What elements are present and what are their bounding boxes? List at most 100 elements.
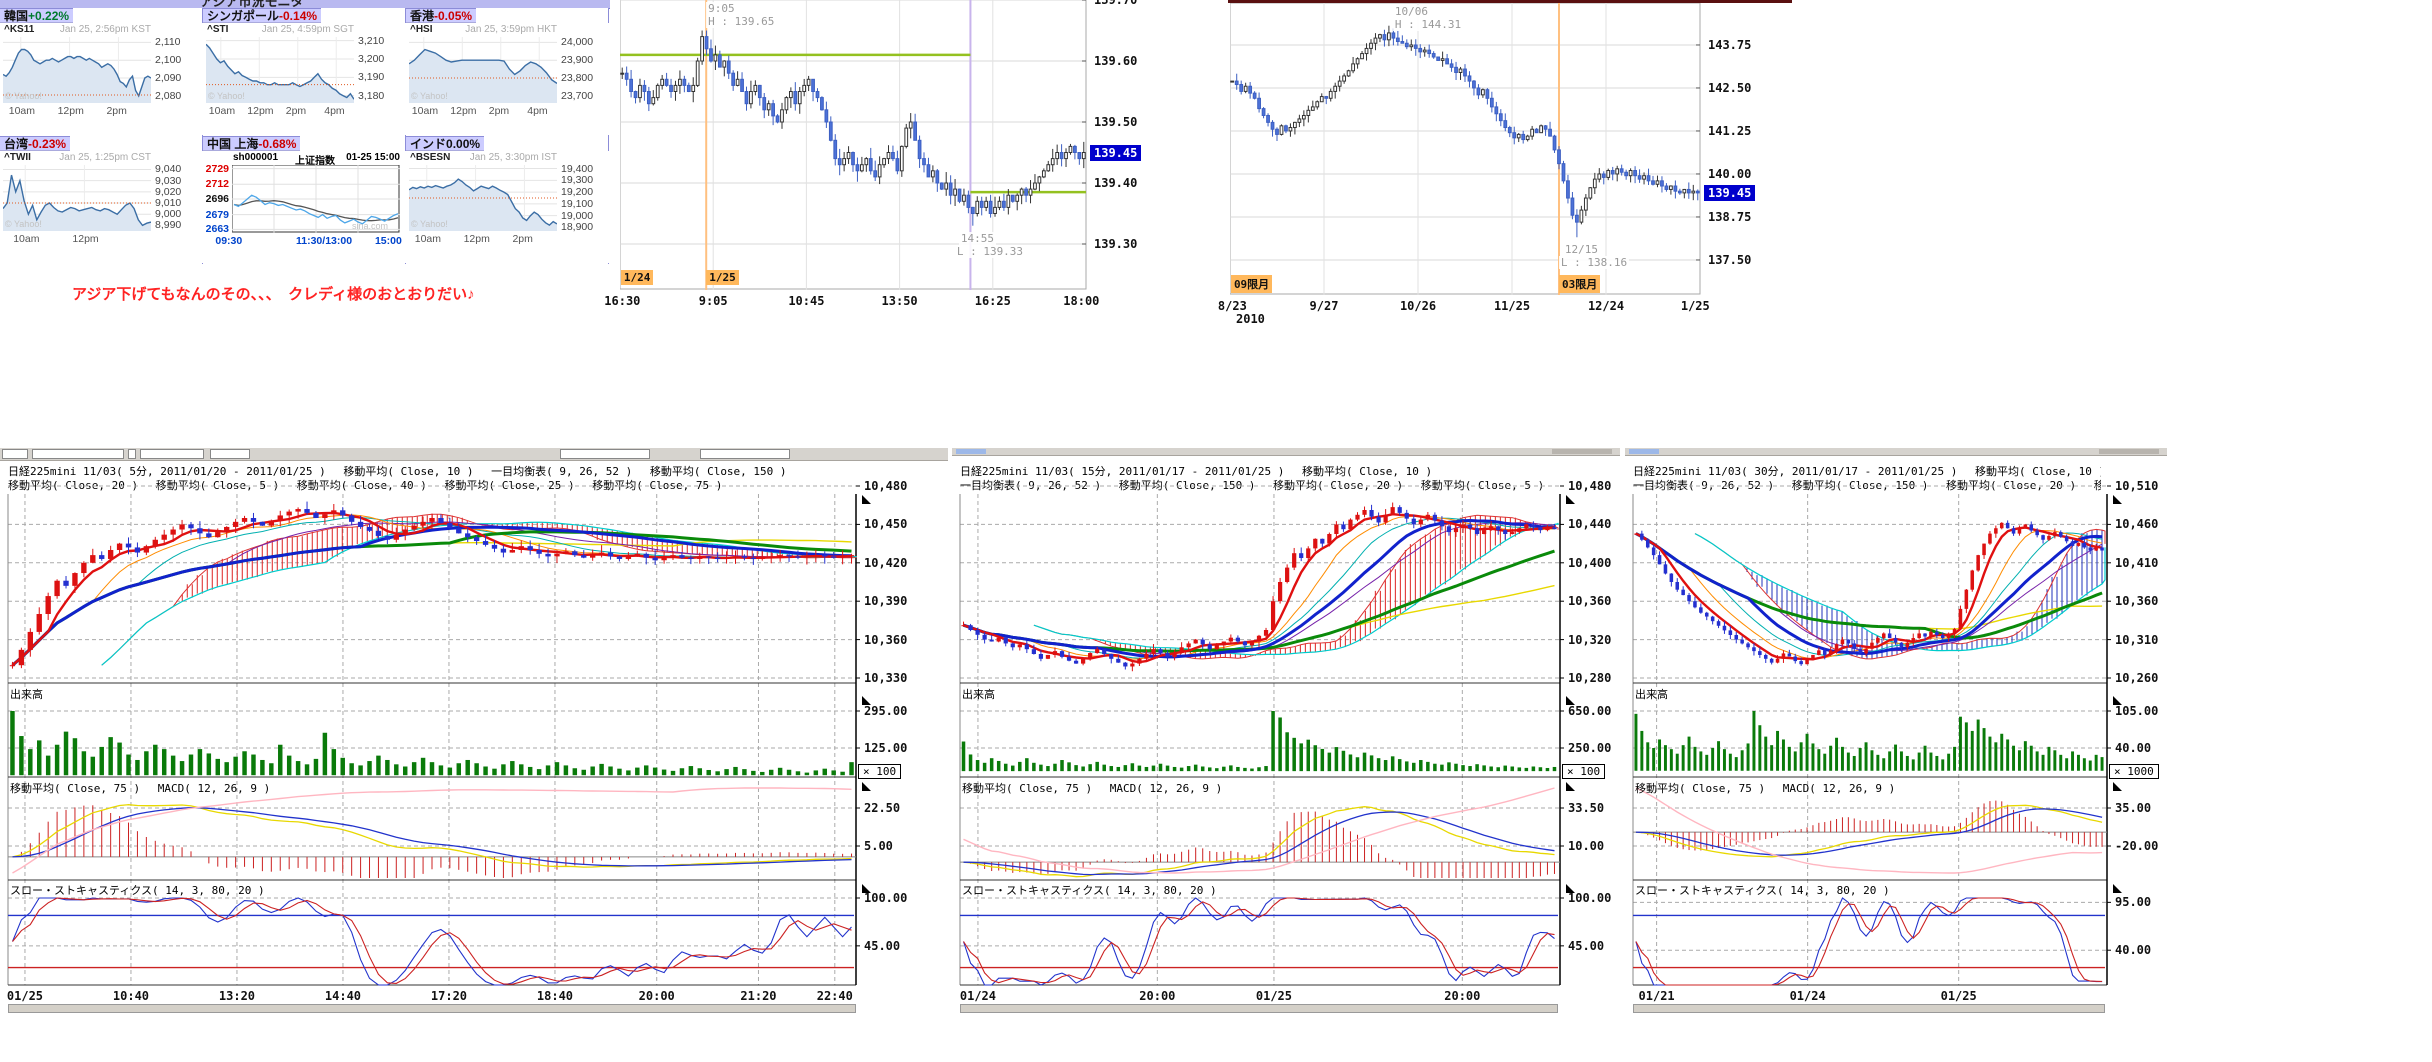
year-label: 2010 [1236, 312, 1265, 326]
y-axis-label: 2696 [205, 193, 229, 205]
widget-change: -0.05% [434, 9, 472, 23]
time-axis-label: 11/25 [1494, 299, 1530, 313]
widget-title: 韓国 [4, 7, 28, 24]
widget-header[interactable]: 中国 上海-0.68% [203, 136, 300, 151]
widget-timestamp: Jan 25, 4:59pm SGT [262, 24, 354, 35]
price-axis-label: 139.60 [1094, 54, 1137, 68]
candlestick-canvas [1230, 3, 1702, 295]
volume-multiplier-box: × 100 [858, 764, 901, 779]
y-axis-label: 18,900 [561, 221, 593, 233]
horizontal-scrollbar[interactable] [960, 1004, 1558, 1013]
horizontal-scrollbar[interactable] [1633, 1004, 2105, 1013]
y-axis-label: 3,190 [358, 71, 384, 83]
session-date-box: 03限月 [1559, 275, 1600, 293]
axis-label: 10,480 [1568, 479, 1611, 493]
x-axis-label: 12pm [464, 233, 490, 245]
widget-body: ^KS11Jan 25, 2:56pm KST2,1102,1002,0902,… [0, 23, 203, 135]
widget-timestamp: Jan 25, 1:25pm CST [59, 152, 151, 163]
axis-label: 10,280 [1568, 671, 1611, 685]
widget-title: シンガポール [207, 7, 279, 24]
comment-text: アジア下げてもなんのその、、、 クレディ様のおとおりだい♪ [72, 283, 475, 304]
axis-arrow-icon[interactable] [2113, 782, 2122, 791]
axis-label: 10,330 [864, 671, 907, 685]
axis-arrow-icon[interactable] [2113, 696, 2122, 705]
x-axis-label: 10am [9, 105, 35, 117]
x-axis-label: 4pm [324, 105, 344, 117]
axis-label: 10,420 [864, 556, 907, 570]
axis-label: 250.00 [1568, 741, 1611, 755]
axis-label: 10,410 [2115, 556, 2158, 570]
y-axis-label: 3,180 [358, 90, 384, 102]
time-axis-label: 01/24 [960, 989, 996, 1003]
axis-label: 10,480 [864, 479, 907, 493]
widget-title: 香港 [410, 7, 434, 24]
y-axis-label: 9,040 [155, 163, 181, 175]
widget-header[interactable]: 韓国+0.22% [0, 8, 73, 23]
horizontal-scrollbar[interactable] [8, 1004, 856, 1013]
volume-multiplier-box: × 1000 [2109, 764, 2159, 779]
widget-symbol: ^HSI [410, 24, 433, 35]
watermark: © Yahoo! [5, 91, 42, 101]
y-axis-label: 19,400 [561, 163, 593, 175]
widget-header[interactable]: 台湾-0.23% [0, 136, 70, 151]
widget-header[interactable]: インド0.00% [406, 136, 484, 151]
time-axis-label: 01/25 [1256, 989, 1292, 1003]
axis-arrow-icon[interactable] [1566, 782, 1575, 791]
macd-panel-label: 移動平均( Close, 75 ) MACD( 12, 26, 9 ) [962, 780, 1222, 796]
time-axis-label: 10:45 [788, 294, 824, 308]
widget-title: インド [410, 135, 446, 152]
axis-arrow-icon[interactable] [2113, 495, 2122, 504]
daily-candle-chart-window: 10/06H : 144.3112/15L : 138.16143.75142.… [1228, 0, 1794, 334]
axis-label: 10,510 [2115, 479, 2158, 493]
widget-header[interactable]: シンガポール-0.14% [203, 8, 321, 23]
time-axis-label: 17:20 [431, 989, 467, 1003]
low-annotation-value: L : 138.16 [1559, 256, 1629, 269]
high-annotation-value: H : 144.31 [1393, 18, 1463, 31]
y-axis-label: 24,000 [561, 36, 593, 48]
widget-header[interactable]: 香港-0.05% [406, 8, 476, 23]
time-axis-label: 18:40 [537, 989, 573, 1003]
y-axis-label: 23,800 [561, 72, 593, 84]
widget-timestamp: Jan 25, 2:56pm KST [60, 24, 151, 35]
watermark: © Yahoo! [208, 91, 245, 101]
low-annotation-time: 12/15 [1563, 243, 1600, 256]
session-date-box: 1/25 [706, 270, 739, 285]
high-annotation-time: 9:05 [706, 2, 737, 15]
time-axis-label: 18:00 [1063, 294, 1099, 308]
y-axis-label: 23,900 [561, 54, 593, 66]
axis-label: 10,360 [864, 633, 907, 647]
trading-desktop: アジア市況モニタ 韓国+0.22%^KS11Jan 25, 2:56pm KST… [0, 0, 2432, 1062]
y-axis-label: 2,090 [155, 72, 181, 84]
market-widget-^STI: シンガポール-0.14%^STIJan 25, 4:59pm SGT3,2103… [203, 8, 406, 136]
time-axis-label: 01/25 [7, 989, 43, 1003]
widget-body: ^HSIJan 25, 3:59pm HKT24,00023,90023,800… [406, 23, 609, 135]
nikkei225mini-30min-chart-window: 日経225mini 11/03( 30分, 2011/01/17 - 2011/… [1625, 448, 2167, 1014]
axis-label: 10,320 [1568, 633, 1611, 647]
watermark: © Yahoo! [411, 91, 448, 101]
y-axis-label: 2712 [205, 178, 229, 190]
x-axis-label: 2pm [286, 105, 306, 117]
widget-change: -0.68% [258, 137, 296, 151]
axis-arrow-icon[interactable] [862, 696, 871, 705]
axis-label: 125.00 [864, 741, 907, 755]
axis-arrow-icon[interactable] [862, 782, 871, 791]
axis-arrow-icon[interactable] [1566, 495, 1575, 504]
widget-change: -0.23% [28, 137, 66, 151]
axis-arrow-icon[interactable] [862, 495, 871, 504]
y-axis-label: 2,110 [155, 36, 181, 48]
x-axis-label: 12pm [247, 105, 273, 117]
axis-arrow-icon[interactable] [862, 884, 871, 893]
x-axis-label: 12pm [450, 105, 476, 117]
stoch-panel-label: スロー・ストキャスティクス( 14, 3, 80, 20 ) [10, 882, 265, 898]
axis-arrow-icon[interactable] [1566, 884, 1575, 893]
low-annotation-time: 14:55 [959, 232, 996, 245]
y-axis-label: 3,200 [358, 53, 384, 65]
market-widget-^TWII: 台湾-0.23%^TWIIJan 25, 1:25pm CST9,0409,03… [0, 136, 203, 264]
axis-label: 10,400 [1568, 556, 1611, 570]
time-axis-label: 13:50 [882, 294, 918, 308]
low-annotation-value: L : 139.33 [955, 245, 1025, 258]
axis-arrow-icon[interactable] [1566, 696, 1575, 705]
axis-arrow-icon[interactable] [2113, 884, 2122, 893]
y-axis-label: 19,300 [561, 174, 593, 186]
time-axis-label: 14:40 [325, 989, 361, 1003]
